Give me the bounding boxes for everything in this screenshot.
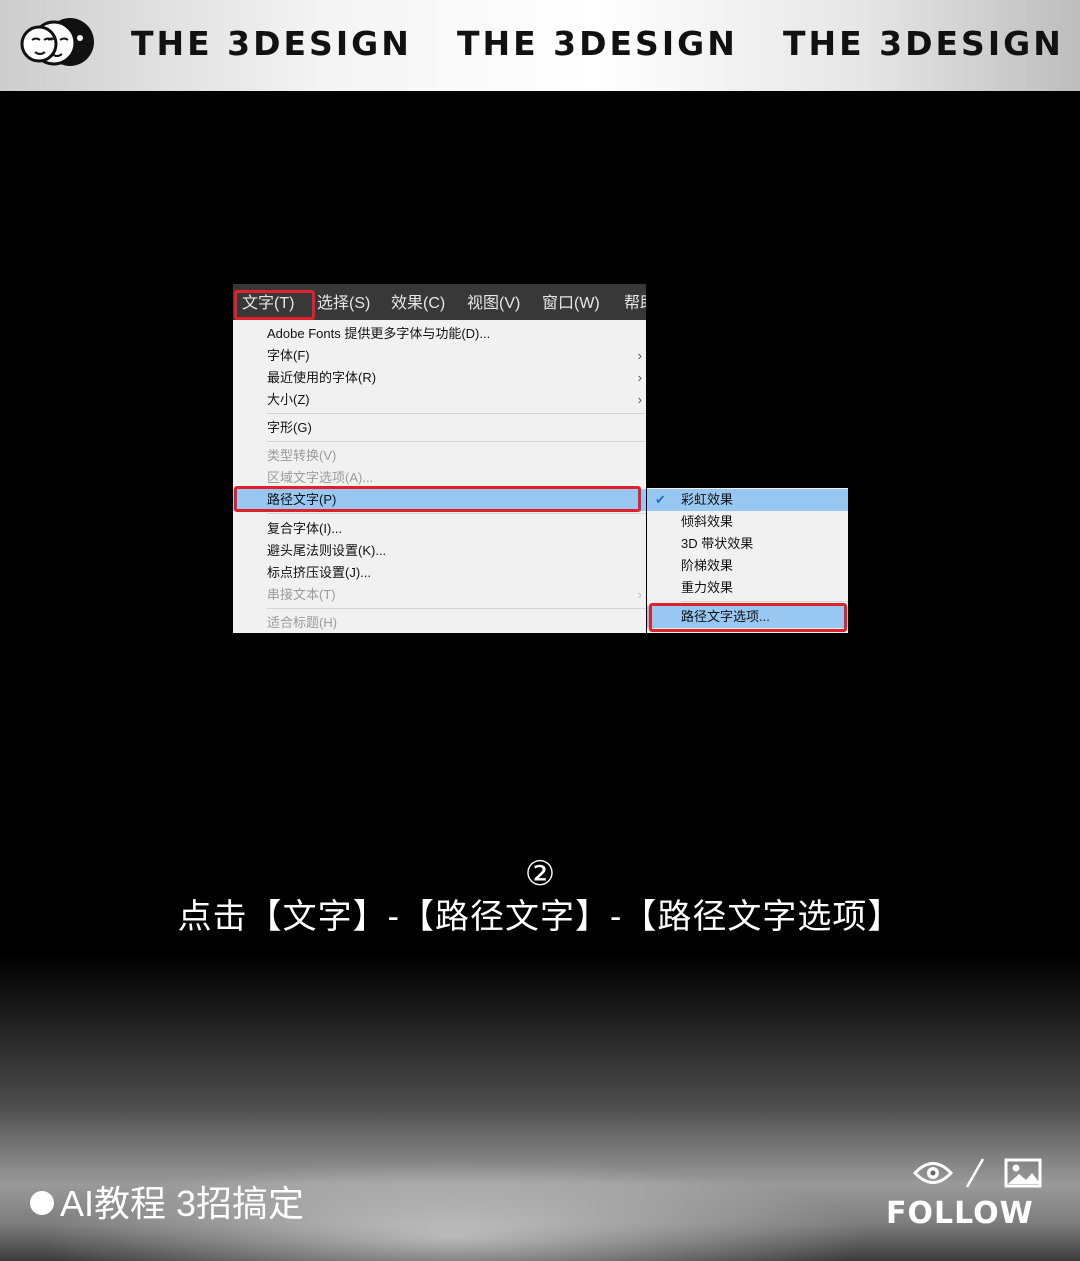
submenu-item-label: 3D 带状效果	[681, 536, 754, 551]
brand-text: THE 3DESIGN	[783, 24, 1064, 63]
brand-text: THE 3DESIGN	[457, 24, 738, 63]
menu-item-convert-type: 类型转换(V)	[233, 445, 646, 467]
image-icon[interactable]	[1004, 1158, 1042, 1188]
bullet-dot-icon	[30, 1191, 54, 1215]
menu-item-label: 串接文本(T)	[267, 587, 336, 602]
submenu-item-label: 彩虹效果	[681, 492, 734, 507]
menu-item-label: 标点挤压设置(J)...	[267, 565, 371, 580]
menu-item-label: 避头尾法则设置(K)...	[267, 543, 387, 558]
menu-item-fit-headline: 适合标题(H)	[233, 612, 646, 634]
highlight-box-type-on-path	[234, 486, 641, 512]
menu-item-mojikumi-settings[interactable]: 标点挤压设置(J)...	[233, 562, 646, 584]
submenu-item-stair-step[interactable]: 阶梯效果	[647, 555, 848, 577]
menu-item-font[interactable]: 字体(F) ›	[233, 345, 646, 367]
step-number: ②	[524, 855, 556, 893]
chevron-right-icon: ›	[637, 348, 642, 363]
menu-window[interactable]: 窗口(W)	[542, 284, 600, 320]
type-dropdown-menu: Adobe Fonts 提供更多字体与功能(D)... 字体(F) › 最近使用…	[233, 320, 646, 633]
menu-item-label: Adobe Fonts 提供更多字体与功能(D)...	[267, 326, 491, 341]
submenu-item-3d-ribbon[interactable]: 3D 带状效果	[647, 533, 848, 555]
menu-separator	[267, 441, 646, 442]
menu-effect[interactable]: 效果(C)	[391, 284, 445, 320]
menu-item-label: 复合字体(I)...	[267, 521, 343, 536]
menu-item-kinsoku-settings[interactable]: 避头尾法则设置(K)...	[233, 540, 646, 562]
menu-item-size[interactable]: 大小(Z) ›	[233, 389, 646, 411]
submenu-item-rainbow[interactable]: ✔ 彩虹效果	[647, 489, 848, 511]
menu-item-glyphs[interactable]: 字形(G)	[233, 417, 646, 439]
tutorial-tag: AI教程 3招搞定	[60, 1183, 305, 1224]
menu-view[interactable]: 视图(V)	[467, 284, 520, 320]
three-faces-logo-icon	[20, 18, 94, 66]
menu-select[interactable]: 选择(S)	[317, 284, 370, 320]
menu-item-recent-fonts[interactable]: 最近使用的字体(R) ›	[233, 367, 646, 389]
chevron-right-icon: ›	[637, 587, 642, 602]
submenu-item-gravity[interactable]: 重力效果	[647, 577, 848, 599]
chevron-right-icon: ›	[637, 392, 642, 407]
menu-item-label: 类型转换(V)	[267, 448, 337, 463]
menu-item-composite-fonts[interactable]: 复合字体(I)...	[233, 518, 646, 540]
chevron-right-icon: ›	[637, 370, 642, 385]
brand-text: THE 3DESIGN	[131, 24, 412, 63]
follow-label[interactable]: FOLLOW	[886, 1196, 1046, 1232]
menu-item-label: 大小(Z)	[267, 392, 310, 407]
menu-separator	[267, 513, 646, 514]
brand-header: THE 3DESIGN THE 3DESIGN THE 3DESIGN	[0, 0, 1080, 91]
submenu-item-label: 倾斜效果	[681, 514, 734, 529]
submenu-item-label: 阶梯效果	[681, 558, 734, 573]
menu-item-label: 字体(F)	[267, 348, 310, 363]
checkmark-icon: ✔	[655, 492, 666, 507]
menu-item-label: 字形(G)	[267, 420, 312, 435]
menu-item-label: 最近使用的字体(R)	[267, 370, 377, 385]
menu-help[interactable]: 帮助	[624, 284, 646, 320]
menu-separator	[267, 608, 646, 609]
instruction-caption: 点击【文字】-【路径文字】-【路径文字选项】	[177, 898, 903, 936]
eye-icon[interactable]	[913, 1160, 953, 1186]
highlight-box-path-options	[649, 603, 847, 632]
submenu-item-label: 重力效果	[681, 580, 734, 595]
menu-item-adobe-fonts[interactable]: Adobe Fonts 提供更多字体与功能(D)...	[233, 323, 646, 345]
menu-separator	[267, 413, 646, 414]
submenu-item-skew[interactable]: 倾斜效果	[647, 511, 848, 533]
highlight-box-type-menu	[234, 290, 315, 320]
menu-item-threaded-text: 串接文本(T) ›	[233, 584, 646, 606]
menu-separator	[681, 601, 848, 602]
menu-item-label: 适合标题(H)	[267, 615, 338, 630]
slash-icon	[965, 1158, 985, 1188]
